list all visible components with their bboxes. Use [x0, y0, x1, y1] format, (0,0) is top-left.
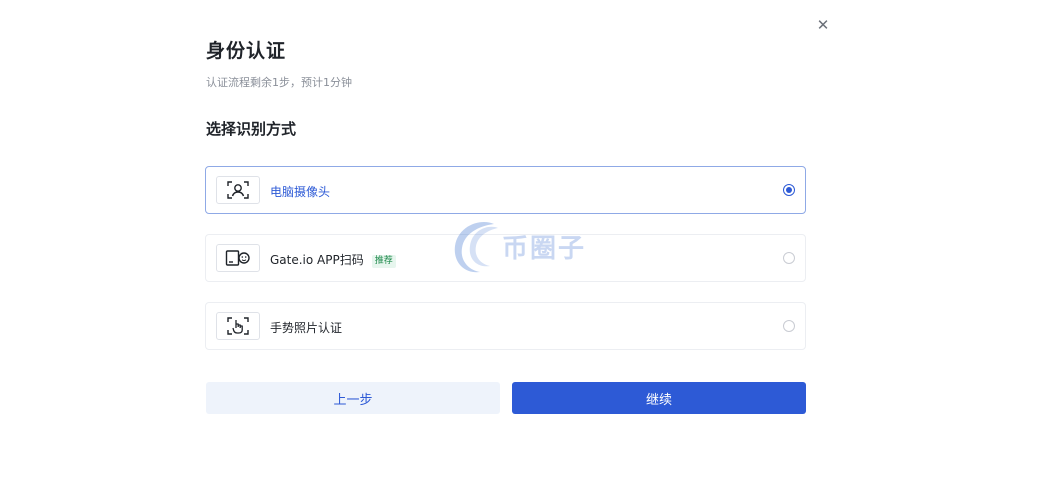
option-app-scan[interactable]: Gate.io APP扫码 推荐: [205, 234, 806, 282]
section-title: 选择识别方式: [206, 120, 297, 138]
option-radio[interactable]: [783, 184, 795, 196]
close-icon: ✕: [816, 16, 830, 34]
close-button[interactable]: ✕: [812, 14, 834, 36]
option-label-text: Gate.io APP扫码: [270, 253, 364, 267]
option-label: 手势照片认证: [270, 321, 343, 335]
option-label: Gate.io APP扫码 推荐: [270, 251, 396, 268]
dialog-subtitle: 认证流程剩余1步，预计1分钟: [206, 76, 352, 89]
face-scan-icon: [216, 176, 260, 204]
option-label: 电脑摄像头: [270, 185, 331, 199]
option-radio[interactable]: [783, 320, 795, 332]
identity-verification-dialog: ✕ 身份认证 认证流程剩余1步，预计1分钟 选择识别方式 电脑摄像头 Gate.…: [0, 0, 1054, 494]
phone-scan-icon: [216, 244, 260, 272]
option-radio[interactable]: [783, 252, 795, 264]
continue-button[interactable]: 继续: [512, 382, 806, 414]
option-computer-camera[interactable]: 电脑摄像头: [205, 166, 806, 214]
hand-gesture-icon: [216, 312, 260, 340]
dialog-title: 身份认证: [206, 40, 287, 62]
back-button[interactable]: 上一步: [206, 382, 500, 414]
option-gesture-photo[interactable]: 手势照片认证: [205, 302, 806, 350]
recommended-badge: 推荐: [371, 255, 396, 268]
